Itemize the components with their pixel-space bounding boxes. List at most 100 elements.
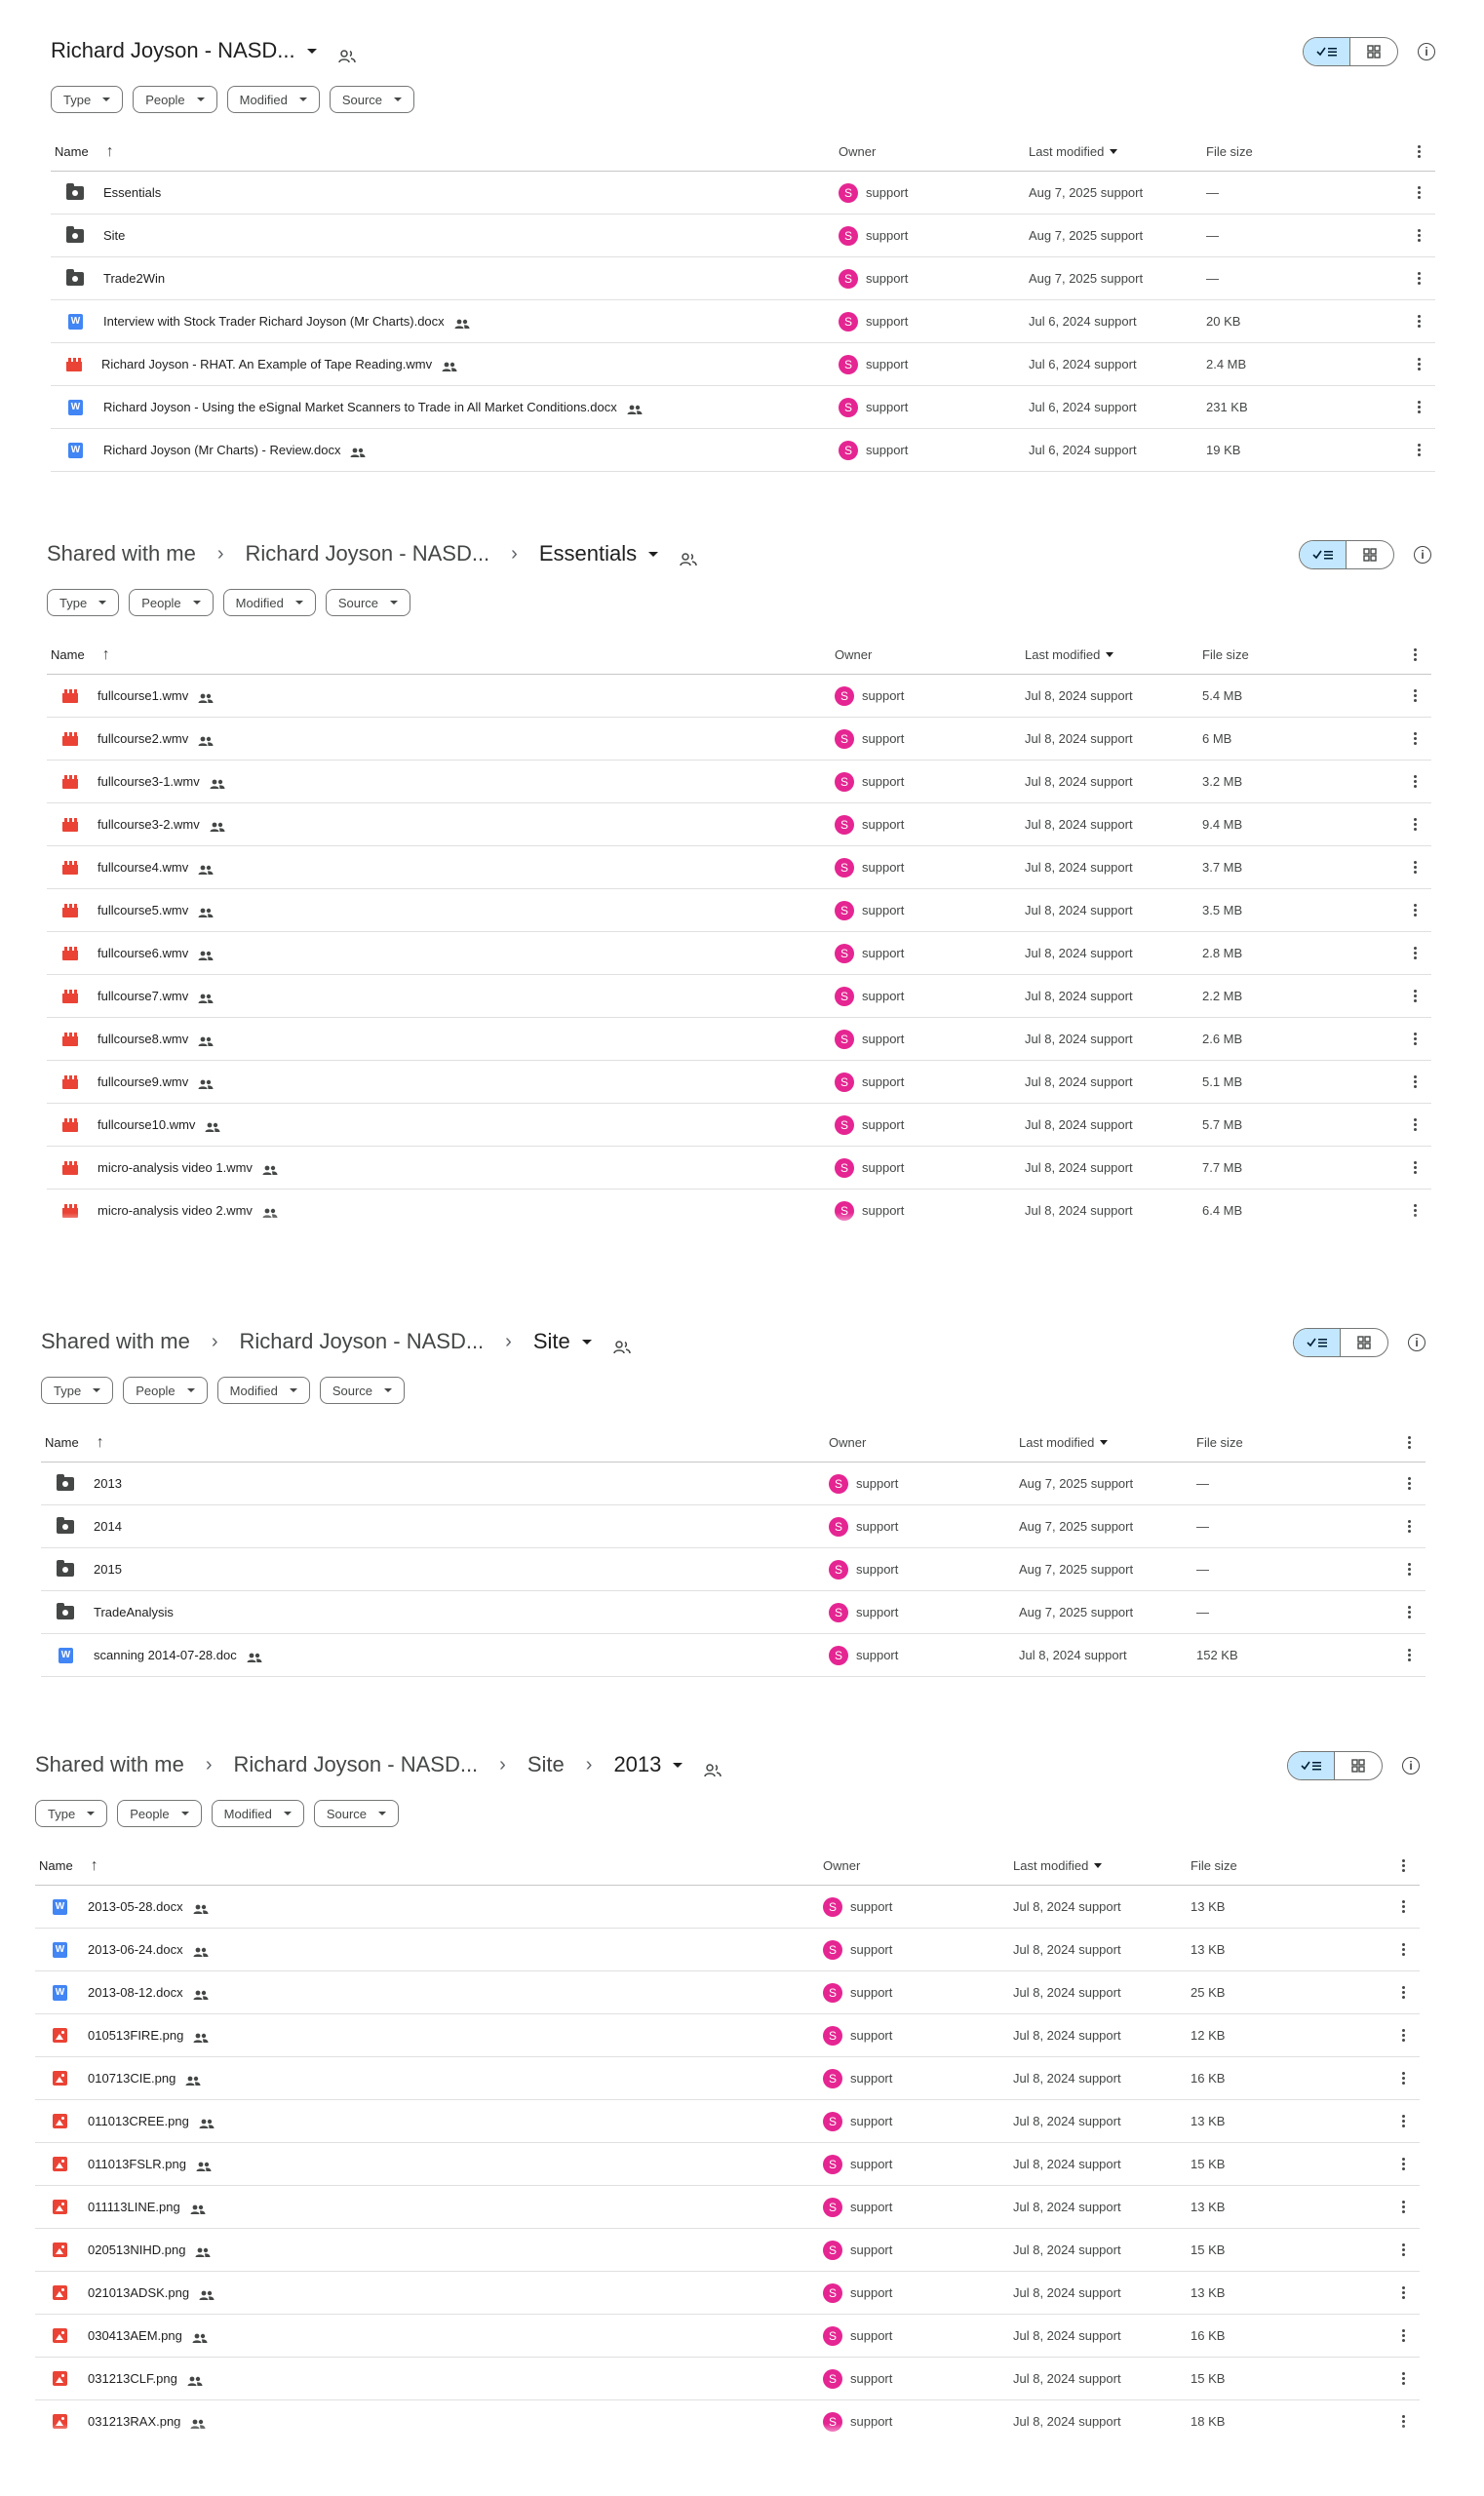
filter-chip-people[interactable]: People bbox=[129, 589, 214, 616]
filter-chip-people[interactable]: People bbox=[117, 1800, 202, 1827]
breadcrumb-link[interactable]: Shared with me bbox=[35, 1752, 184, 1777]
more-actions-icon[interactable] bbox=[1402, 1986, 1406, 1999]
more-actions-icon[interactable] bbox=[1414, 861, 1418, 874]
filter-chip-type[interactable]: Type bbox=[51, 86, 124, 113]
filter-chip-modified[interactable]: Modified bbox=[222, 589, 316, 616]
column-modified-header[interactable]: Last modified bbox=[1019, 1435, 1109, 1450]
sort-arrow-up-icon[interactable]: ↑ bbox=[97, 1434, 104, 1452]
column-modified-header[interactable]: Last modified bbox=[1029, 144, 1118, 159]
filter-chip-type[interactable]: Type bbox=[35, 1800, 108, 1827]
table-row[interactable]: W Interview with Stock Trader Richard Joy… bbox=[51, 300, 1435, 343]
table-row[interactable]: TradeAnalysis Ssupport Aug 7, 2025 support… bbox=[41, 1591, 1425, 1634]
more-actions-icon[interactable] bbox=[1414, 904, 1418, 916]
table-row[interactable]: Richard Joyson - RHAT. An Example of Tap… bbox=[51, 343, 1435, 386]
more-actions-icon[interactable] bbox=[1402, 2158, 1406, 2170]
table-row[interactable]: 2013 Ssupport Aug 7, 2025 support — bbox=[41, 1462, 1425, 1505]
table-row[interactable]: fullcourse6.wmv Ssupport Jul 8, 2024 suppo… bbox=[47, 932, 1431, 975]
more-actions-icon[interactable] bbox=[1414, 1161, 1418, 1174]
sort-arrow-up-icon[interactable]: ↑ bbox=[106, 143, 114, 161]
table-row[interactable]: 011013FSLR.png Ssupport Jul 8, 2024 suppor… bbox=[35, 2143, 1420, 2186]
table-row[interactable]: W 2013-06-24.docx Ssupport Jul 8, 2024 supp… bbox=[35, 1929, 1420, 1971]
table-row[interactable]: 010513FIRE.png Ssupport Jul 8, 2024 suppor… bbox=[35, 2014, 1420, 2057]
more-actions-icon[interactable] bbox=[1402, 2115, 1406, 2127]
grid-view-button[interactable] bbox=[1335, 1752, 1382, 1779]
more-actions-icon[interactable] bbox=[1414, 1075, 1418, 1088]
filter-chip-source[interactable]: Source bbox=[319, 1377, 406, 1404]
table-row[interactable]: fullcourse9.wmv Ssupport Jul 8, 2024 suppo… bbox=[47, 1061, 1431, 1104]
table-row[interactable]: fullcourse3-2.wmv Ssupport Jul 8, 2024 sup… bbox=[47, 803, 1431, 846]
breadcrumb-link[interactable]: Shared with me bbox=[47, 541, 196, 566]
more-options-icon[interactable] bbox=[1414, 648, 1418, 661]
filter-chip-source[interactable]: Source bbox=[329, 86, 415, 113]
table-row[interactable]: W 2013-05-28.docx Ssupport Jul 8, 2024 supp… bbox=[35, 1886, 1420, 1929]
more-actions-icon[interactable] bbox=[1414, 732, 1418, 745]
table-row[interactable]: fullcourse3-1.wmv Ssupport Jul 8, 2024 sup… bbox=[47, 760, 1431, 803]
more-actions-icon[interactable] bbox=[1408, 1563, 1412, 1576]
filter-chip-modified[interactable]: Modified bbox=[216, 1377, 310, 1404]
current-folder-menu[interactable]: Essentials bbox=[539, 541, 659, 566]
more-actions-icon[interactable] bbox=[1408, 1477, 1412, 1490]
column-modified-header[interactable]: Last modified bbox=[1025, 647, 1114, 662]
table-row[interactable]: 031213CLF.png Ssupport Jul 8, 2024 support… bbox=[35, 2358, 1420, 2400]
breadcrumb-link[interactable]: Site bbox=[527, 1752, 565, 1777]
table-row[interactable]: W Richard Joyson - Using the eSignal Mark… bbox=[51, 386, 1435, 429]
breadcrumb-link[interactable]: Shared with me bbox=[41, 1329, 190, 1354]
breadcrumb-link[interactable]: Richard Joyson - NASD... bbox=[240, 1329, 485, 1354]
more-actions-icon[interactable] bbox=[1402, 1900, 1406, 1913]
more-actions-icon[interactable] bbox=[1414, 1118, 1418, 1131]
filter-chip-people[interactable]: People bbox=[123, 1377, 208, 1404]
table-row[interactable]: fullcourse4.wmv Ssupport Jul 8, 2024 suppo… bbox=[47, 846, 1431, 889]
filter-chip-people[interactable]: People bbox=[133, 86, 217, 113]
column-name-header[interactable]: Name ↑ bbox=[39, 1857, 98, 1875]
filter-chip-type[interactable]: Type bbox=[41, 1377, 114, 1404]
more-actions-icon[interactable] bbox=[1414, 775, 1418, 788]
filter-chip-source[interactable]: Source bbox=[325, 589, 411, 616]
more-actions-icon[interactable] bbox=[1402, 2029, 1406, 2042]
filter-chip-modified[interactable]: Modified bbox=[211, 1800, 304, 1827]
info-icon[interactable]: i bbox=[1414, 546, 1431, 564]
more-actions-icon[interactable] bbox=[1402, 1943, 1406, 1956]
more-actions-icon[interactable] bbox=[1418, 186, 1422, 199]
more-actions-icon[interactable] bbox=[1418, 444, 1422, 456]
more-actions-icon[interactable] bbox=[1402, 2072, 1406, 2085]
table-row[interactable]: fullcourse8.wmv Ssupport Jul 8, 2024 suppo… bbox=[47, 1018, 1431, 1061]
table-row[interactable]: 2014 Ssupport Aug 7, 2025 support — bbox=[41, 1505, 1425, 1548]
more-actions-icon[interactable] bbox=[1418, 315, 1422, 328]
table-row[interactable]: Site Ssupport Aug 7, 2025 support — bbox=[51, 214, 1435, 257]
table-row[interactable]: fullcourse5.wmv Ssupport Jul 8, 2024 suppo… bbox=[47, 889, 1431, 932]
more-options-icon[interactable] bbox=[1402, 1859, 1406, 1872]
table-row[interactable]: 030413AEM.png Ssupport Jul 8, 2024 support… bbox=[35, 2315, 1420, 2358]
table-row[interactable]: Trade2Win Ssupport Aug 7, 2025 support — bbox=[51, 257, 1435, 300]
breadcrumb-link[interactable]: Richard Joyson - NASD... bbox=[246, 541, 490, 566]
info-icon[interactable]: i bbox=[1408, 1334, 1425, 1351]
grid-view-button[interactable] bbox=[1347, 541, 1393, 568]
current-folder-menu[interactable]: Richard Joyson - NASD... bbox=[51, 38, 317, 63]
more-actions-icon[interactable] bbox=[1408, 1649, 1412, 1661]
table-row[interactable]: fullcourse1.wmv Ssupport Jul 8, 2024 suppo… bbox=[47, 675, 1431, 718]
more-actions-icon[interactable] bbox=[1418, 401, 1422, 413]
column-name-header[interactable]: Name ↑ bbox=[51, 646, 110, 664]
more-options-icon[interactable] bbox=[1408, 1436, 1412, 1449]
table-row[interactable]: 2015 Ssupport Aug 7, 2025 support — bbox=[41, 1548, 1425, 1591]
table-row[interactable]: fullcourse7.wmv Ssupport Jul 8, 2024 suppo… bbox=[47, 975, 1431, 1018]
filter-chip-source[interactable]: Source bbox=[313, 1800, 400, 1827]
current-folder-menu[interactable]: 2013 bbox=[613, 1752, 683, 1777]
more-actions-icon[interactable] bbox=[1418, 229, 1422, 242]
table-row[interactable]: Essentials Ssupport Aug 7, 2025 support — bbox=[51, 172, 1435, 214]
more-actions-icon[interactable] bbox=[1402, 2243, 1406, 2256]
table-row[interactable]: 020513NIHD.png Ssupport Jul 8, 2024 suppor… bbox=[35, 2229, 1420, 2272]
filter-chip-type[interactable]: Type bbox=[47, 589, 120, 616]
list-view-button[interactable] bbox=[1294, 1329, 1341, 1356]
column-modified-header[interactable]: Last modified bbox=[1013, 1858, 1103, 1873]
more-actions-icon[interactable] bbox=[1414, 818, 1418, 831]
table-row[interactable]: fullcourse10.wmv Ssupport Jul 8, 2024 supp… bbox=[47, 1104, 1431, 1147]
table-row[interactable]: W Richard Joyson (Mr Charts) - Review.doc… bbox=[51, 429, 1435, 472]
more-actions-icon[interactable] bbox=[1402, 2286, 1406, 2299]
list-view-button[interactable] bbox=[1304, 38, 1350, 65]
more-actions-icon[interactable] bbox=[1418, 358, 1422, 370]
table-row[interactable]: Wscanning 2014-07-28.doc Ssupport Jul 8, 2… bbox=[41, 1634, 1425, 1677]
grid-view-button[interactable] bbox=[1350, 38, 1397, 65]
grid-view-button[interactable] bbox=[1341, 1329, 1387, 1356]
table-row[interactable]: micro-analysis video 1.wmv Ssupport Jul 8,… bbox=[47, 1147, 1431, 1190]
more-actions-icon[interactable] bbox=[1414, 990, 1418, 1002]
